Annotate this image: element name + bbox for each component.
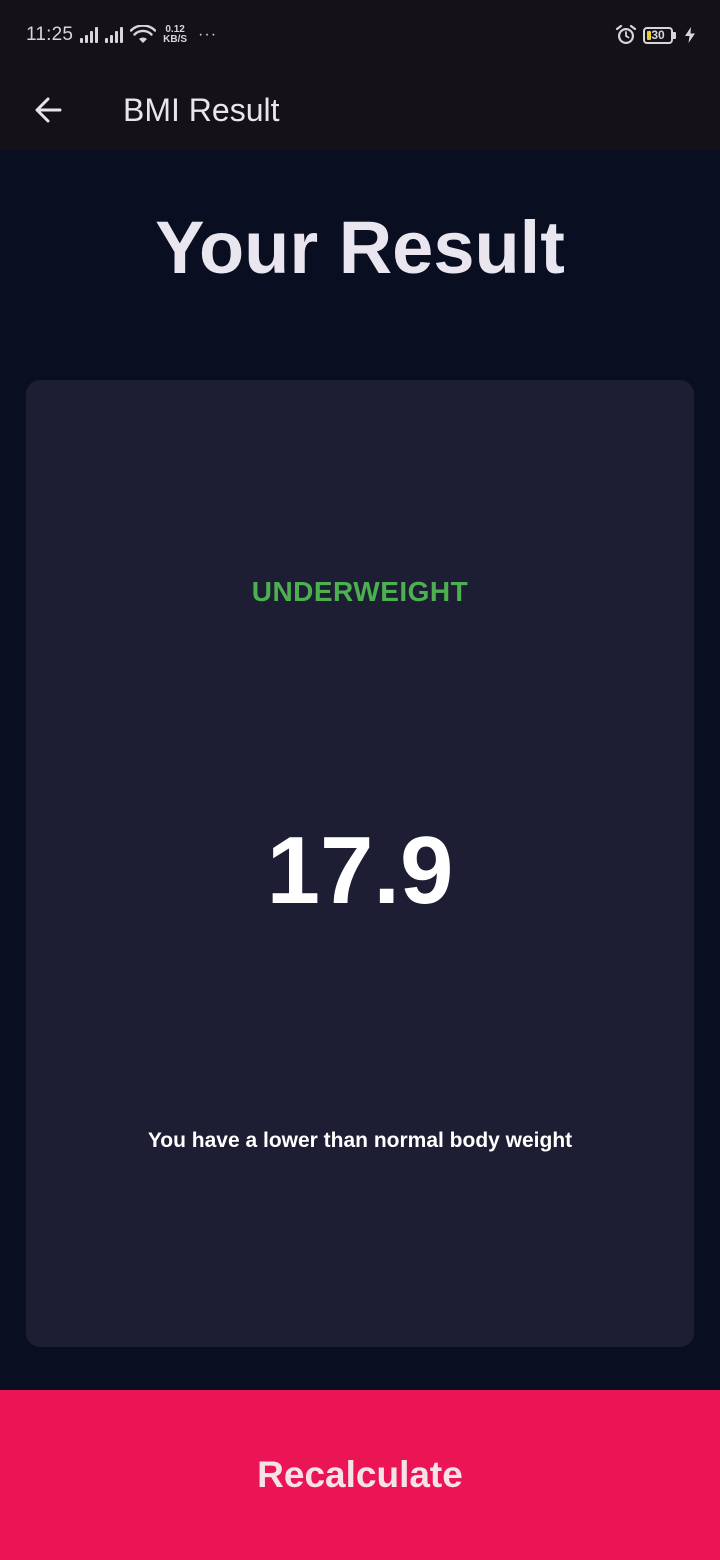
wifi-icon (130, 25, 157, 43)
status-bar-left: 11:25 0.12 KB/S ··· (26, 24, 217, 46)
status-bar: 11:25 0.12 KB/S ··· 30 (0, 0, 720, 70)
bmi-value: 17.9 (266, 817, 454, 924)
app-bar: BMI Result (0, 70, 720, 150)
status-bar-right: 30 (615, 24, 696, 46)
charging-icon (685, 27, 695, 43)
bmi-category: UNDERWEIGHT (251, 576, 469, 607)
arrow-back-icon (35, 97, 62, 123)
back-button[interactable] (24, 86, 72, 134)
page-title: BMI Result (123, 91, 280, 128)
bmi-interpretation: You have a lower than normal body weight (147, 1129, 573, 1152)
net-speed: 0.12 KB/S (163, 25, 187, 45)
result-headline: Your Result (155, 206, 565, 289)
recalculate-label: Recalculate (257, 1454, 463, 1495)
signal-icon-2 (105, 27, 124, 43)
battery-level: 30 (643, 26, 673, 44)
alarm-icon (615, 24, 637, 44)
status-time: 11:25 (26, 24, 74, 45)
net-speed-unit: KB/S (163, 34, 188, 45)
signal-icon (80, 27, 99, 43)
more-notifications-icon: ··· (198, 26, 218, 43)
battery-icon: 30 (643, 26, 676, 44)
result-card: UNDERWEIGHT 17.9 You have a lower than n… (26, 380, 694, 1347)
recalculate-button[interactable]: Recalculate (0, 1390, 720, 1560)
